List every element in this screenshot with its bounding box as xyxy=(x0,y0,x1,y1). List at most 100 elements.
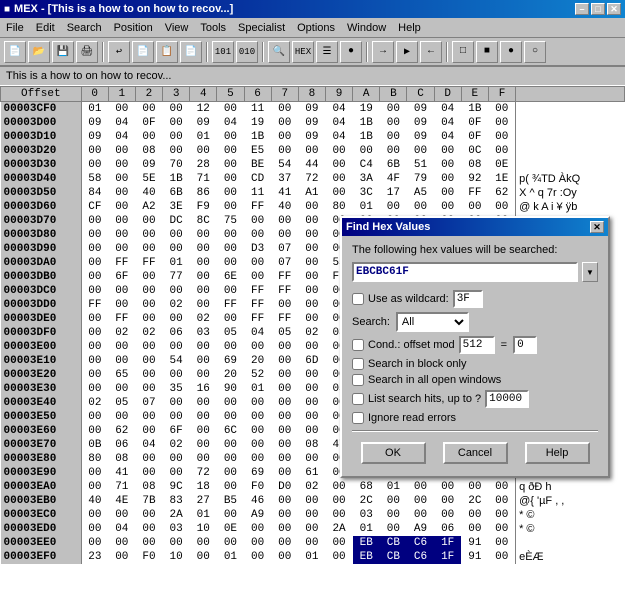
hex-cell[interactable]: 00 xyxy=(244,270,271,284)
hex-cell[interactable]: 69 xyxy=(217,354,244,368)
hex-cell[interactable]: 00 xyxy=(434,480,461,494)
hex-cell[interactable]: 00 xyxy=(81,284,108,298)
hex-cell[interactable]: 16 xyxy=(190,382,217,396)
hex-cell[interactable]: 00 xyxy=(108,382,135,396)
hex-cell[interactable]: B5 xyxy=(217,494,244,508)
hex-cell[interactable]: 09 xyxy=(298,116,325,130)
menu-view[interactable]: View xyxy=(159,20,195,36)
hex-cell[interactable]: 09 xyxy=(190,116,217,130)
hex-cell[interactable]: 6E xyxy=(217,270,244,284)
cond-checkbox[interactable] xyxy=(352,339,364,351)
hex-cell[interactable]: 27 xyxy=(190,494,217,508)
hex-cell[interactable]: 1B xyxy=(461,102,488,117)
hex-cell[interactable]: 00 xyxy=(217,172,244,186)
hex-cell[interactable]: 00 xyxy=(271,214,298,228)
hex-cell[interactable]: 04 xyxy=(434,116,461,130)
hex-cell[interactable]: 00 xyxy=(163,466,190,480)
hex-cell[interactable]: 69 xyxy=(244,466,271,480)
hex-cell[interactable]: 06 xyxy=(163,326,190,340)
hex-cell[interactable]: 01 xyxy=(298,550,325,564)
calc-button[interactable]: ☰ xyxy=(316,41,338,63)
hex-cell[interactable]: 1F xyxy=(434,536,461,550)
hex-cell[interactable]: 0F xyxy=(461,116,488,130)
hex-cell[interactable]: 1B xyxy=(353,130,380,144)
hex-cell[interactable]: 00 xyxy=(190,438,217,452)
hex-cell[interactable]: 00 xyxy=(271,424,298,438)
hex-cell[interactable]: 44 xyxy=(298,158,325,172)
hex-cell[interactable]: 5E xyxy=(135,172,162,186)
search-value-input[interactable] xyxy=(352,262,578,282)
hex-cell[interactable]: 00 xyxy=(325,550,352,564)
hex-cell[interactable]: 71 xyxy=(190,172,217,186)
hex-cell[interactable]: 00 xyxy=(135,410,162,424)
hex-cell[interactable]: E5 xyxy=(244,144,271,158)
hex-cell[interactable]: 11 xyxy=(244,102,271,117)
hex-cell[interactable]: 01 xyxy=(217,550,244,564)
hex-cell[interactable]: 00 xyxy=(380,522,407,536)
hex-cell[interactable]: 00 xyxy=(271,536,298,550)
ignore-errors-checkbox[interactable] xyxy=(352,412,364,424)
block-only-checkbox[interactable] xyxy=(352,358,364,370)
hex-cell[interactable]: 46 xyxy=(244,494,271,508)
hex-cell[interactable]: BE xyxy=(244,158,271,172)
hex-cell[interactable]: 00 xyxy=(271,130,298,144)
hex-cell[interactable]: 00 xyxy=(325,494,352,508)
hex-cell[interactable]: 04 xyxy=(108,522,135,536)
hex-cell[interactable]: 00 xyxy=(244,396,271,410)
hex-cell[interactable]: 00 xyxy=(434,158,461,172)
hex-cell[interactable]: 00 xyxy=(298,312,325,326)
hex-cell[interactable]: 00 xyxy=(217,256,244,270)
hex-cell[interactable]: 00 xyxy=(135,242,162,256)
hex-cell[interactable]: 70 xyxy=(163,158,190,172)
menu-help[interactable]: Help xyxy=(392,20,427,36)
hex-cell[interactable]: 00 xyxy=(81,228,108,242)
ok-button[interactable]: OK xyxy=(361,442,426,464)
hex-cell[interactable]: 00 xyxy=(81,368,108,382)
hex-cell[interactable]: 08 xyxy=(135,480,162,494)
hex-cell[interactable]: EB xyxy=(353,536,380,550)
hex-cell[interactable]: 00 xyxy=(488,116,515,130)
hex-cell[interactable]: 00 xyxy=(108,228,135,242)
hex-cell[interactable]: 00 xyxy=(135,228,162,242)
hex-cell[interactable]: 03 xyxy=(163,522,190,536)
hex-cell[interactable]: 00 xyxy=(81,424,108,438)
hex-cell[interactable]: 09 xyxy=(81,116,108,130)
hex-cell[interactable]: 00 xyxy=(380,130,407,144)
hex-cell[interactable]: 00 xyxy=(190,410,217,424)
hex-cell[interactable]: 72 xyxy=(298,172,325,186)
hex-cell[interactable]: 00 xyxy=(271,354,298,368)
hex-cell[interactable]: 00 xyxy=(380,200,407,214)
hex-cell[interactable]: 00 xyxy=(434,508,461,522)
hex-cell[interactable]: 00 xyxy=(108,410,135,424)
hex-cell[interactable]: 00 xyxy=(271,508,298,522)
hex-cell[interactable]: 35 xyxy=(163,382,190,396)
hex-cell[interactable]: 00 xyxy=(488,550,515,564)
hex-cell[interactable]: 05 xyxy=(271,326,298,340)
minimize-button[interactable]: – xyxy=(575,3,589,15)
hex-cell[interactable]: FF xyxy=(244,200,271,214)
extra1-button[interactable]: □ xyxy=(452,41,474,63)
hex-cell[interactable]: 00 xyxy=(163,340,190,354)
hex-cell[interactable]: A9 xyxy=(244,508,271,522)
hex-cell[interactable]: 00 xyxy=(81,326,108,340)
hex-cell[interactable]: 2C xyxy=(353,494,380,508)
hex-cell[interactable]: 00 xyxy=(217,312,244,326)
hex-cell[interactable]: 00 xyxy=(135,298,162,312)
hex-cell[interactable]: 62 xyxy=(488,186,515,200)
hex-cell[interactable]: 00 xyxy=(298,298,325,312)
hex-cell[interactable]: 8C xyxy=(190,214,217,228)
hex-cell[interactable]: 00 xyxy=(81,410,108,424)
hex-cell[interactable]: 00 xyxy=(271,298,298,312)
hex-cell[interactable]: 01 xyxy=(81,102,108,117)
hex-cell[interactable]: F0 xyxy=(244,480,271,494)
hex-cell[interactable]: 00 xyxy=(217,284,244,298)
hex-cell[interactable]: 00 xyxy=(298,214,325,228)
hex-cell[interactable]: 06 xyxy=(108,438,135,452)
print-button[interactable]: 🖨 xyxy=(76,41,98,63)
hex-cell[interactable]: 52 xyxy=(244,368,271,382)
hex-cell[interactable]: 02 xyxy=(163,438,190,452)
hex-cell[interactable]: 00 xyxy=(488,480,515,494)
hex-cell[interactable]: 00 xyxy=(135,508,162,522)
hex-cell[interactable]: 00 xyxy=(380,494,407,508)
hex-cell[interactable]: 00 xyxy=(298,424,325,438)
